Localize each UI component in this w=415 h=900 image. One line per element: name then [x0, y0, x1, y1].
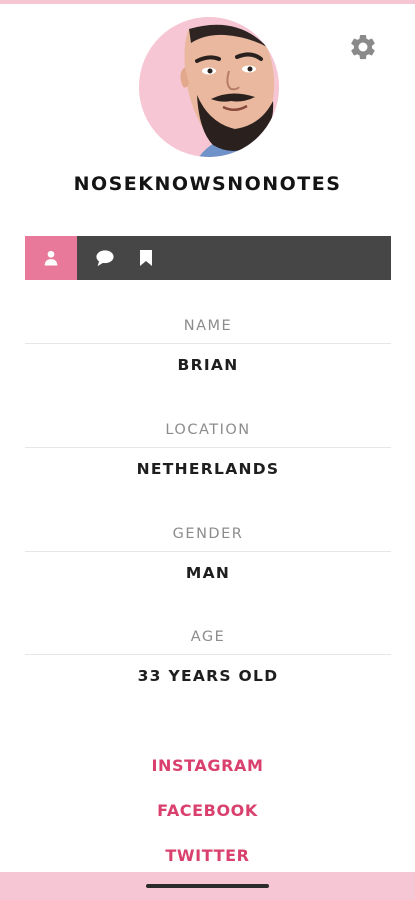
twitter-link[interactable]: TWITTER: [0, 845, 415, 867]
gear-icon: [351, 34, 375, 60]
bookmark-icon: [140, 250, 152, 266]
field-age: AGE 33 YEARS OLD: [25, 626, 391, 687]
bottom-navigation-bar: [0, 872, 415, 900]
field-value: BRIAN: [177, 356, 239, 374]
tab-comments[interactable]: [77, 236, 133, 280]
instagram-link[interactable]: INSTAGRAM: [0, 755, 415, 777]
facebook-link[interactable]: FACEBOOK: [0, 800, 415, 822]
field-value: 33 YEARS OLD: [137, 667, 279, 685]
profile-avatar[interactable]: [139, 17, 279, 157]
user-icon: [44, 250, 58, 266]
divider: [25, 447, 391, 448]
field-value: NETHERLANDS: [136, 460, 280, 478]
divider: [25, 551, 391, 552]
field-label: GENDER: [172, 526, 244, 542]
field-gender: GENDER MAN: [25, 523, 391, 584]
home-indicator[interactable]: [146, 884, 269, 888]
profile-tab-bar: [25, 236, 391, 280]
field-label: LOCATION: [165, 422, 251, 438]
tab-profile-info[interactable]: [25, 236, 77, 280]
settings-button[interactable]: [346, 30, 380, 64]
field-name: NAME BRIAN: [25, 315, 391, 376]
chat-bubble-icon: [96, 250, 114, 267]
field-label: NAME: [183, 318, 233, 334]
top-accent-strip: [0, 0, 415, 4]
field-label: AGE: [190, 629, 226, 645]
avatar-illustration: [139, 17, 279, 157]
profile-username: NOSEKNOWSNONOTES: [73, 173, 342, 195]
divider: [25, 654, 391, 655]
tab-bookmarks[interactable]: [133, 236, 159, 280]
divider: [25, 343, 391, 344]
field-location: LOCATION NETHERLANDS: [25, 419, 391, 480]
field-value: MAN: [185, 564, 231, 582]
